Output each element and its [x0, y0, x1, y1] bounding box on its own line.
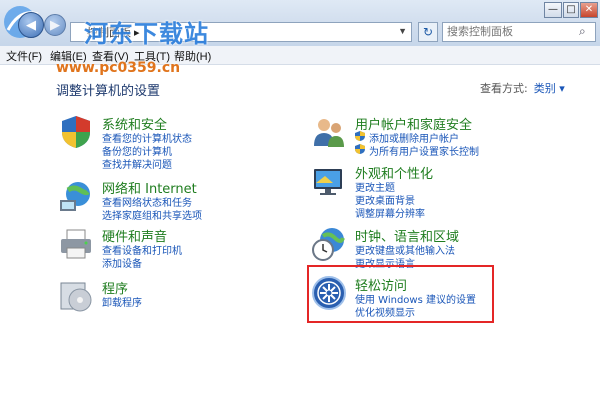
- category-programs: 程序 卸载程序: [58, 278, 298, 318]
- link-label: 为所有用户设置家长控制: [369, 147, 479, 158]
- monitor-icon[interactable]: [311, 163, 347, 199]
- minimize-button[interactable]: —: [544, 2, 562, 18]
- view-by-label: 查看方式:: [480, 82, 528, 95]
- clock-globe-icon[interactable]: [311, 226, 347, 262]
- category-hardware-sound: 硬件和声音 查看设备和打印机 添加设备: [58, 226, 298, 270]
- refresh-button[interactable]: ↻: [418, 22, 438, 42]
- watermark-title: 河东下载站: [84, 20, 209, 48]
- uac-shield-icon: [355, 144, 365, 154]
- category-user-accounts: 用户帐户和家庭安全 添加或删除用户帐户 为所有用户设置家长控制: [311, 114, 581, 158]
- shield-flag-icon[interactable]: [58, 114, 94, 150]
- link-troubleshoot[interactable]: 查找并解决问题: [102, 156, 172, 171]
- category-system-security: 系统和安全 查看您的计算机状态 备份您的计算机 查找并解决问题: [58, 114, 298, 171]
- page-title: 调整计算机的设置: [56, 84, 161, 99]
- programs-icon[interactable]: [58, 278, 94, 314]
- maximize-button[interactable]: □: [563, 2, 579, 18]
- uac-shield-icon: [355, 131, 365, 141]
- category-appearance: 外观和个性化 更改主题 更改桌面背景 调整屏幕分辨率: [311, 163, 581, 220]
- view-by-dropdown[interactable]: 类别 ▾: [534, 82, 565, 95]
- printer-icon[interactable]: [58, 226, 94, 262]
- watermark-url: www.pc0359.cn: [56, 60, 181, 76]
- network-globe-icon[interactable]: [58, 178, 94, 214]
- title-bar: ◀ ▶ 控制面板 ▸ ▼ ↻ ⌕ — □ ✕ 河东下载站: [0, 0, 600, 48]
- highlight-box: [307, 265, 494, 323]
- link-screen-resolution[interactable]: 调整屏幕分辨率: [355, 205, 425, 220]
- link-uninstall[interactable]: 卸载程序: [102, 294, 142, 309]
- link-parental-controls[interactable]: 为所有用户设置家长控制: [355, 143, 479, 158]
- refresh-icon: ↻: [422, 25, 434, 39]
- link-add-device[interactable]: 添加设备: [102, 255, 142, 270]
- users-icon[interactable]: [311, 114, 347, 150]
- view-by: 查看方式: 类别 ▾: [480, 80, 565, 96]
- menu-file[interactable]: 文件(F): [6, 48, 42, 64]
- link-homegroup[interactable]: 选择家庭组和共享选项: [102, 207, 202, 222]
- forward-button[interactable]: ▶: [44, 14, 66, 36]
- close-button[interactable]: ✕: [580, 2, 598, 18]
- chevron-down-icon[interactable]: ▼: [398, 26, 407, 36]
- search-input[interactable]: [442, 22, 596, 42]
- search-icon[interactable]: ⌕: [579, 24, 586, 39]
- category-clock-language: 时钟、语言和区域 更改键盘或其他输入法 更改显示语言: [311, 226, 581, 270]
- category-network: 网络和 Internet 查看网络状态和任务 选择家庭组和共享选项: [58, 178, 298, 222]
- back-button[interactable]: ◀: [18, 12, 44, 38]
